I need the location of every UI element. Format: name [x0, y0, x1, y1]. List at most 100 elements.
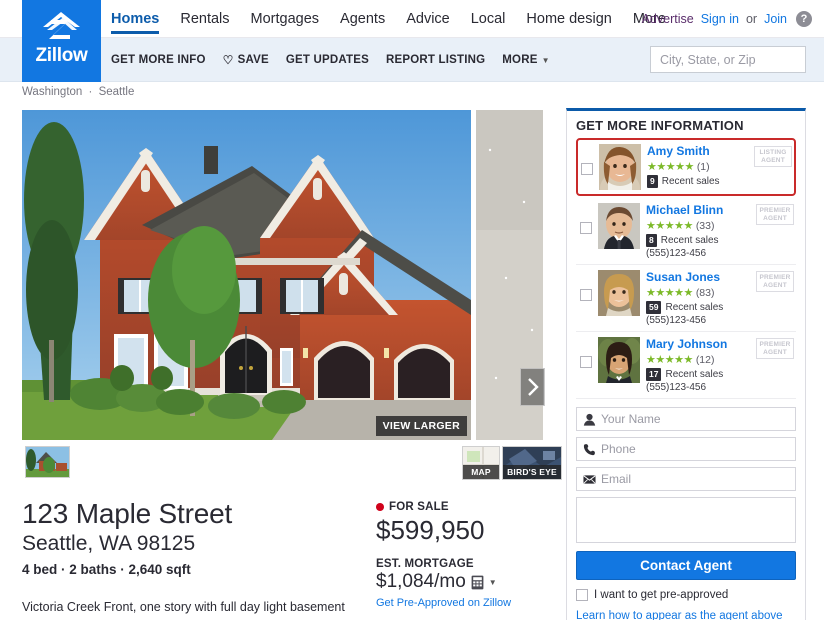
contact-agent-form: Contact Agent I want to get pre-approved… — [576, 407, 796, 620]
breadcrumb-state[interactable]: Washington — [22, 86, 82, 98]
get-more-information-panel: GET MORE INFORMATION Amy Smith ★★★★★ (1)… — [566, 108, 806, 620]
get-preapproved-link[interactable]: Get Pre-Approved on Zillow — [376, 597, 551, 609]
listing-actions: GET MORE INFO ♡ SAVE GET UPDATES REPORT … — [111, 38, 550, 82]
recent-sales-count: 8 — [646, 234, 657, 247]
est-mortgage-label: EST. MORTGAGE — [376, 558, 474, 570]
agent-checkbox[interactable] — [580, 356, 592, 368]
listing-action-bar: GET MORE INFO ♡ SAVE GET UPDATES REPORT … — [0, 38, 824, 82]
map-label: MAP — [463, 465, 499, 479]
preapproved-checkbox[interactable] — [576, 589, 588, 601]
recent-sales: 59 Recent sales — [646, 301, 792, 314]
calculator-icon[interactable] — [471, 575, 484, 590]
nav-link-agents[interactable]: Agents — [340, 0, 385, 38]
save-button[interactable]: ♡ SAVE — [223, 53, 269, 67]
more-menu-button[interactable]: MORE ▼ — [502, 54, 549, 66]
agent-avatar — [599, 144, 641, 190]
status-dot-icon — [376, 503, 384, 511]
nav-link-local[interactable]: Local — [471, 0, 506, 38]
search-input[interactable] — [660, 52, 821, 67]
name-field-wrapper[interactable] — [576, 407, 796, 431]
agent-row[interactable]: Mary Johnson ★★★★★ (12) 17 Recent sales … — [576, 332, 796, 399]
nav-link-home-design[interactable]: Home design — [526, 0, 611, 38]
zillow-logo[interactable]: Zillow — [22, 0, 101, 82]
nav-link-advice[interactable]: Advice — [406, 0, 450, 38]
or-text: or — [745, 12, 758, 26]
photo-thumbnail[interactable] — [25, 446, 70, 478]
view-larger-button[interactable]: VIEW LARGER — [375, 416, 467, 436]
agent-type-badge: PREMIER AGENT — [756, 271, 794, 292]
main-listing-photo[interactable]: VIEW LARGER — [22, 110, 471, 440]
mortgage-caret-down-icon[interactable]: ▼ — [489, 578, 497, 587]
est-mortgage-row: $1,084/mo ▼ — [376, 571, 551, 593]
agent-checkbox[interactable] — [580, 289, 592, 301]
house-photo-graphic — [22, 110, 471, 440]
recent-sales-count: 17 — [646, 368, 662, 381]
phone-field-wrapper[interactable] — [576, 437, 796, 461]
avatar-michael-blinn — [598, 203, 640, 249]
email-field-wrapper[interactable] — [576, 467, 796, 491]
breadcrumb-city[interactable]: Seattle — [99, 86, 135, 98]
get-updates-button[interactable]: GET UPDATES — [286, 54, 369, 66]
save-label: SAVE — [237, 54, 269, 66]
logo-text: Zillow — [35, 45, 88, 66]
star-rating-icon: ★★★★★ — [646, 220, 693, 232]
nav-link-rentals[interactable]: Rentals — [180, 0, 229, 38]
avatar-mary-johnson — [598, 337, 640, 383]
email-input[interactable] — [601, 472, 789, 486]
agent-avatar — [598, 337, 640, 383]
agent-row[interactable]: Amy Smith ★★★★★ (1) 9 Recent sales LISTI… — [576, 138, 796, 196]
agent-checkbox[interactable] — [580, 222, 592, 234]
account-nav: Advertise Sign in or Join ? — [642, 0, 812, 38]
agent-phone: (555)123-456 — [646, 315, 707, 326]
review-count: (33) — [695, 219, 715, 232]
contact-agent-button[interactable]: Contact Agent — [576, 551, 796, 580]
recent-sales-label: Recent sales — [660, 235, 719, 246]
agent-type-badge: LISTING AGENT — [754, 146, 792, 167]
thumbnail-house-graphic — [26, 447, 69, 477]
street-address: 123 Maple Street — [22, 498, 233, 529]
status-label: FOR SALE — [389, 501, 449, 513]
join-link[interactable]: Join — [764, 12, 787, 26]
search-box[interactable] — [650, 46, 821, 73]
report-listing-button[interactable]: REPORT LISTING — [386, 54, 485, 66]
star-rating-icon: ★★★★★ — [646, 287, 693, 299]
birds-eye-view-tile[interactable]: BIRD'S EYE — [502, 446, 562, 480]
nav-link-mortgages[interactable]: Mortgages — [251, 0, 320, 38]
agent-row[interactable]: Susan Jones ★★★★★ (83) 59 Recent sales (… — [576, 265, 796, 332]
agent-row[interactable]: Michael Blinn ★★★★★ (33) 8 Recent sales … — [576, 198, 796, 265]
listing-description: Victoria Creek Front, one story with ful… — [22, 600, 345, 614]
nav-link-homes[interactable]: Homes — [111, 0, 160, 38]
heart-icon: ♡ — [222, 53, 234, 67]
preapproved-checkbox-row[interactable]: I want to get pre-approved — [576, 589, 796, 601]
star-rating-icon: ★★★★★ — [647, 161, 694, 173]
message-textarea[interactable] — [576, 497, 796, 543]
agent-type-badge: PREMIER AGENT — [756, 338, 794, 359]
recent-sales-label: Recent sales — [661, 176, 720, 187]
advertise-link[interactable]: Advertise — [642, 12, 694, 26]
map-view-tile[interactable]: MAP — [462, 446, 500, 480]
envelope-icon — [583, 474, 596, 484]
price-block: FOR SALE $599,950 EST. MORTGAGE $1,084/m… — [376, 501, 551, 609]
name-input[interactable] — [601, 412, 789, 426]
learn-agent-link[interactable]: Learn how to appear as the agent above — [576, 610, 796, 620]
breadcrumb: Washington · Seattle — [22, 86, 134, 98]
help-icon[interactable]: ? — [796, 11, 812, 27]
chevron-right-icon — [528, 378, 539, 396]
top-navigation-bar: Homes Rentals Mortgages Agents Advice Lo… — [0, 0, 824, 38]
next-photo-button[interactable] — [520, 368, 545, 406]
get-more-info-button[interactable]: GET MORE INFO — [111, 54, 206, 66]
phone-input[interactable] — [601, 442, 789, 456]
recent-sales-label: Recent sales — [665, 369, 724, 380]
agent-list: Amy Smith ★★★★★ (1) 9 Recent sales LISTI… — [576, 138, 796, 399]
recent-sales: 8 Recent sales — [646, 234, 792, 247]
phone-icon — [583, 443, 595, 455]
preapproved-label: I want to get pre-approved — [594, 589, 729, 601]
sign-in-link[interactable]: Sign in — [701, 12, 739, 26]
photo-gallery: VIEW LARGER — [22, 110, 545, 440]
avatar-amy-smith — [599, 144, 641, 190]
recent-sales: 9 Recent sales — [647, 175, 791, 188]
review-count: (12) — [695, 353, 715, 366]
zillow-house-icon — [42, 12, 80, 39]
agent-avatar — [598, 270, 640, 316]
agent-checkbox[interactable] — [581, 163, 593, 175]
